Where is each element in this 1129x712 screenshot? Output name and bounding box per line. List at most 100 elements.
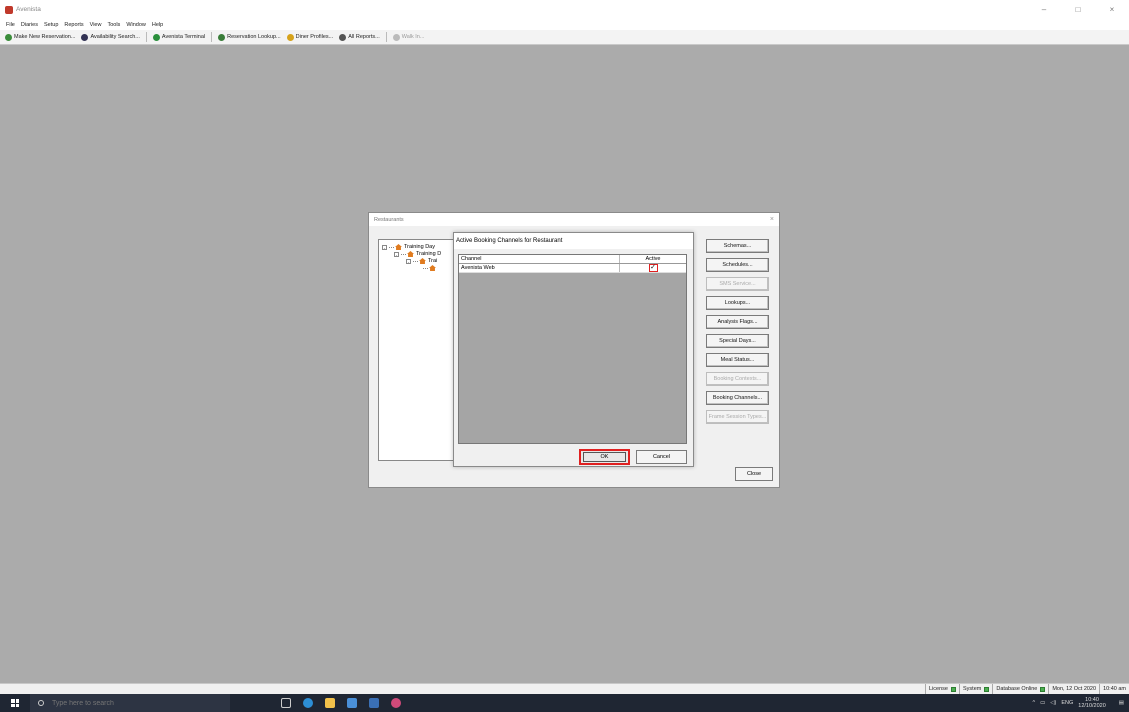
cancel-button[interactable]: Cancel — [636, 450, 687, 464]
frame-session-types-button[interactable]: Frame Session Types... — [706, 410, 769, 424]
start-button[interactable] — [0, 694, 30, 712]
channel-cell: Avenista Web — [459, 264, 620, 272]
restaurants-title-bar: Restaurants × — [369, 213, 779, 226]
menu-setup[interactable]: Setup — [44, 22, 58, 28]
checkmark-icon: ✓ — [650, 264, 656, 271]
collapse-icon[interactable]: - — [382, 244, 387, 250]
search-icon — [38, 700, 44, 706]
avenista-icon — [391, 698, 401, 708]
collapse-icon[interactable]: - — [406, 258, 411, 264]
language-indicator[interactable]: ENG — [1061, 700, 1073, 706]
store-button[interactable] — [341, 694, 363, 712]
tray-chevron-icon[interactable]: ^ — [1032, 700, 1035, 706]
app-title: Avenista — [16, 6, 41, 13]
network-icon[interactable]: ▭ — [1040, 700, 1045, 706]
restaurant-tree[interactable]: - Training Day - Training D - Trai — [378, 239, 458, 461]
toolbar-label: All Reports... — [348, 34, 380, 40]
edge-icon — [303, 698, 313, 708]
lookup-icon — [218, 33, 226, 41]
status-database: Database Online — [992, 684, 1048, 694]
reports-icon — [339, 33, 347, 41]
avenista-terminal-button[interactable]: Avenista Terminal — [152, 33, 206, 41]
menu-reports[interactable]: Reports — [64, 22, 83, 28]
toolbar-label: Walk In... — [401, 34, 425, 40]
clock-date: 12/10/2020 — [1078, 703, 1106, 709]
task-view-icon — [281, 698, 291, 708]
all-reports-button[interactable]: All Reports... — [339, 33, 380, 41]
menu-tools[interactable]: Tools — [107, 22, 120, 28]
search-icon — [81, 33, 89, 41]
folder-icon — [325, 698, 335, 708]
menu-view[interactable]: View — [90, 22, 102, 28]
taskbar-clock[interactable]: 10:40 12/10/2020 — [1078, 697, 1111, 710]
status-ok-icon — [951, 686, 956, 692]
tree-node-label: Training D — [416, 251, 442, 257]
make-new-reservation-button[interactable]: Make New Reservation... — [5, 33, 75, 41]
tree-node[interactable]: - Training D — [394, 251, 441, 257]
availability-search-button[interactable]: Availability Search... — [81, 33, 140, 41]
close-window-button[interactable]: × — [1095, 0, 1129, 19]
toolbar-label: Diner Profiles... — [295, 34, 334, 40]
tree-node[interactable]: - Trai — [406, 258, 437, 264]
collapse-icon[interactable]: - — [394, 251, 399, 257]
booking-contexts-button[interactable]: Booking Contexts... — [706, 372, 769, 386]
booking-channels-dialog: Active Booking Channels for Restaurant C… — [453, 232, 694, 467]
edge-button[interactable] — [297, 694, 319, 712]
status-system: System — [959, 684, 992, 694]
close-icon[interactable]: × — [770, 216, 774, 223]
menu-bar: File Diaries Setup Reports View Tools Wi… — [0, 19, 1129, 30]
restaurant-icon — [419, 258, 426, 264]
notifications-icon[interactable]: ▤ — [1119, 700, 1124, 706]
reservation-lookup-button[interactable]: Reservation Lookup... — [218, 33, 281, 41]
channels-grid[interactable]: Channel Active Avenista Web ✓ — [458, 254, 687, 444]
status-label: System — [963, 686, 982, 692]
toolbar-label: Avenista Terminal — [161, 34, 206, 40]
terminal-icon — [152, 33, 160, 41]
schemas-button[interactable]: Schemas... — [706, 239, 769, 253]
app-title-bar: Avenista – □ × — [0, 0, 1129, 19]
column-header-active[interactable]: Active — [620, 255, 686, 263]
restaurant-icon — [395, 244, 402, 250]
analysis-flags-button[interactable]: Analysis Flags... — [706, 315, 769, 329]
restaurants-close-button[interactable]: Close — [735, 467, 773, 481]
toolbar-separator — [385, 32, 387, 42]
window-controls: – □ × — [1027, 0, 1129, 19]
maximize-button[interactable]: □ — [1061, 0, 1095, 19]
column-header-channel[interactable]: Channel — [459, 255, 620, 263]
table-row[interactable]: Avenista Web ✓ — [459, 264, 686, 273]
dialog-title: Active Booking Channels for Restaurant — [454, 233, 693, 249]
tree-node-label: Training Day — [404, 244, 435, 250]
menu-file[interactable]: File — [6, 22, 15, 28]
taskbar-search-input[interactable] — [52, 699, 212, 707]
status-label: Database Online — [996, 686, 1038, 692]
toolbar-separator — [211, 32, 213, 42]
pinned-apps — [275, 694, 407, 712]
meal-status-button[interactable]: Meal Status... — [706, 353, 769, 367]
ok-button[interactable]: OK — [579, 449, 630, 465]
tree-node[interactable] — [423, 265, 438, 271]
pinned-app-button[interactable] — [363, 694, 385, 712]
schedules-button[interactable]: Schedules... — [706, 258, 769, 272]
task-view-button[interactable] — [275, 694, 297, 712]
taskbar-search[interactable] — [30, 694, 230, 712]
restaurant-icon — [429, 265, 436, 271]
menu-window[interactable]: Window — [126, 22, 146, 28]
volume-icon[interactable]: ◁) — [1050, 700, 1056, 706]
menu-help[interactable]: Help — [152, 22, 163, 28]
windows-taskbar: ^ ▭ ◁) ENG 10:40 12/10/2020 ▤ — [0, 694, 1129, 712]
booking-channels-button[interactable]: Booking Channels... — [706, 391, 769, 405]
minimize-button[interactable]: – — [1027, 0, 1061, 19]
walk-in-button[interactable]: Walk In... — [392, 33, 425, 41]
special-days-button[interactable]: Special Days... — [706, 334, 769, 348]
avenista-taskbar-button[interactable] — [385, 694, 407, 712]
tree-node-label: Trai — [428, 258, 438, 264]
menu-diaries[interactable]: Diaries — [21, 22, 38, 28]
lookups-button[interactable]: Lookups... — [706, 296, 769, 310]
active-checkbox[interactable]: ✓ — [648, 264, 658, 272]
restaurant-actions: Schemas... Schedules... SMS Service... L… — [706, 239, 771, 429]
file-explorer-button[interactable] — [319, 694, 341, 712]
status-date: Mon, 12 Oct 2020 — [1048, 684, 1099, 694]
tree-node[interactable]: - Training Day — [382, 244, 435, 250]
diner-profiles-button[interactable]: Diner Profiles... — [286, 33, 334, 41]
sms-service-button[interactable]: SMS Service... — [706, 277, 769, 291]
